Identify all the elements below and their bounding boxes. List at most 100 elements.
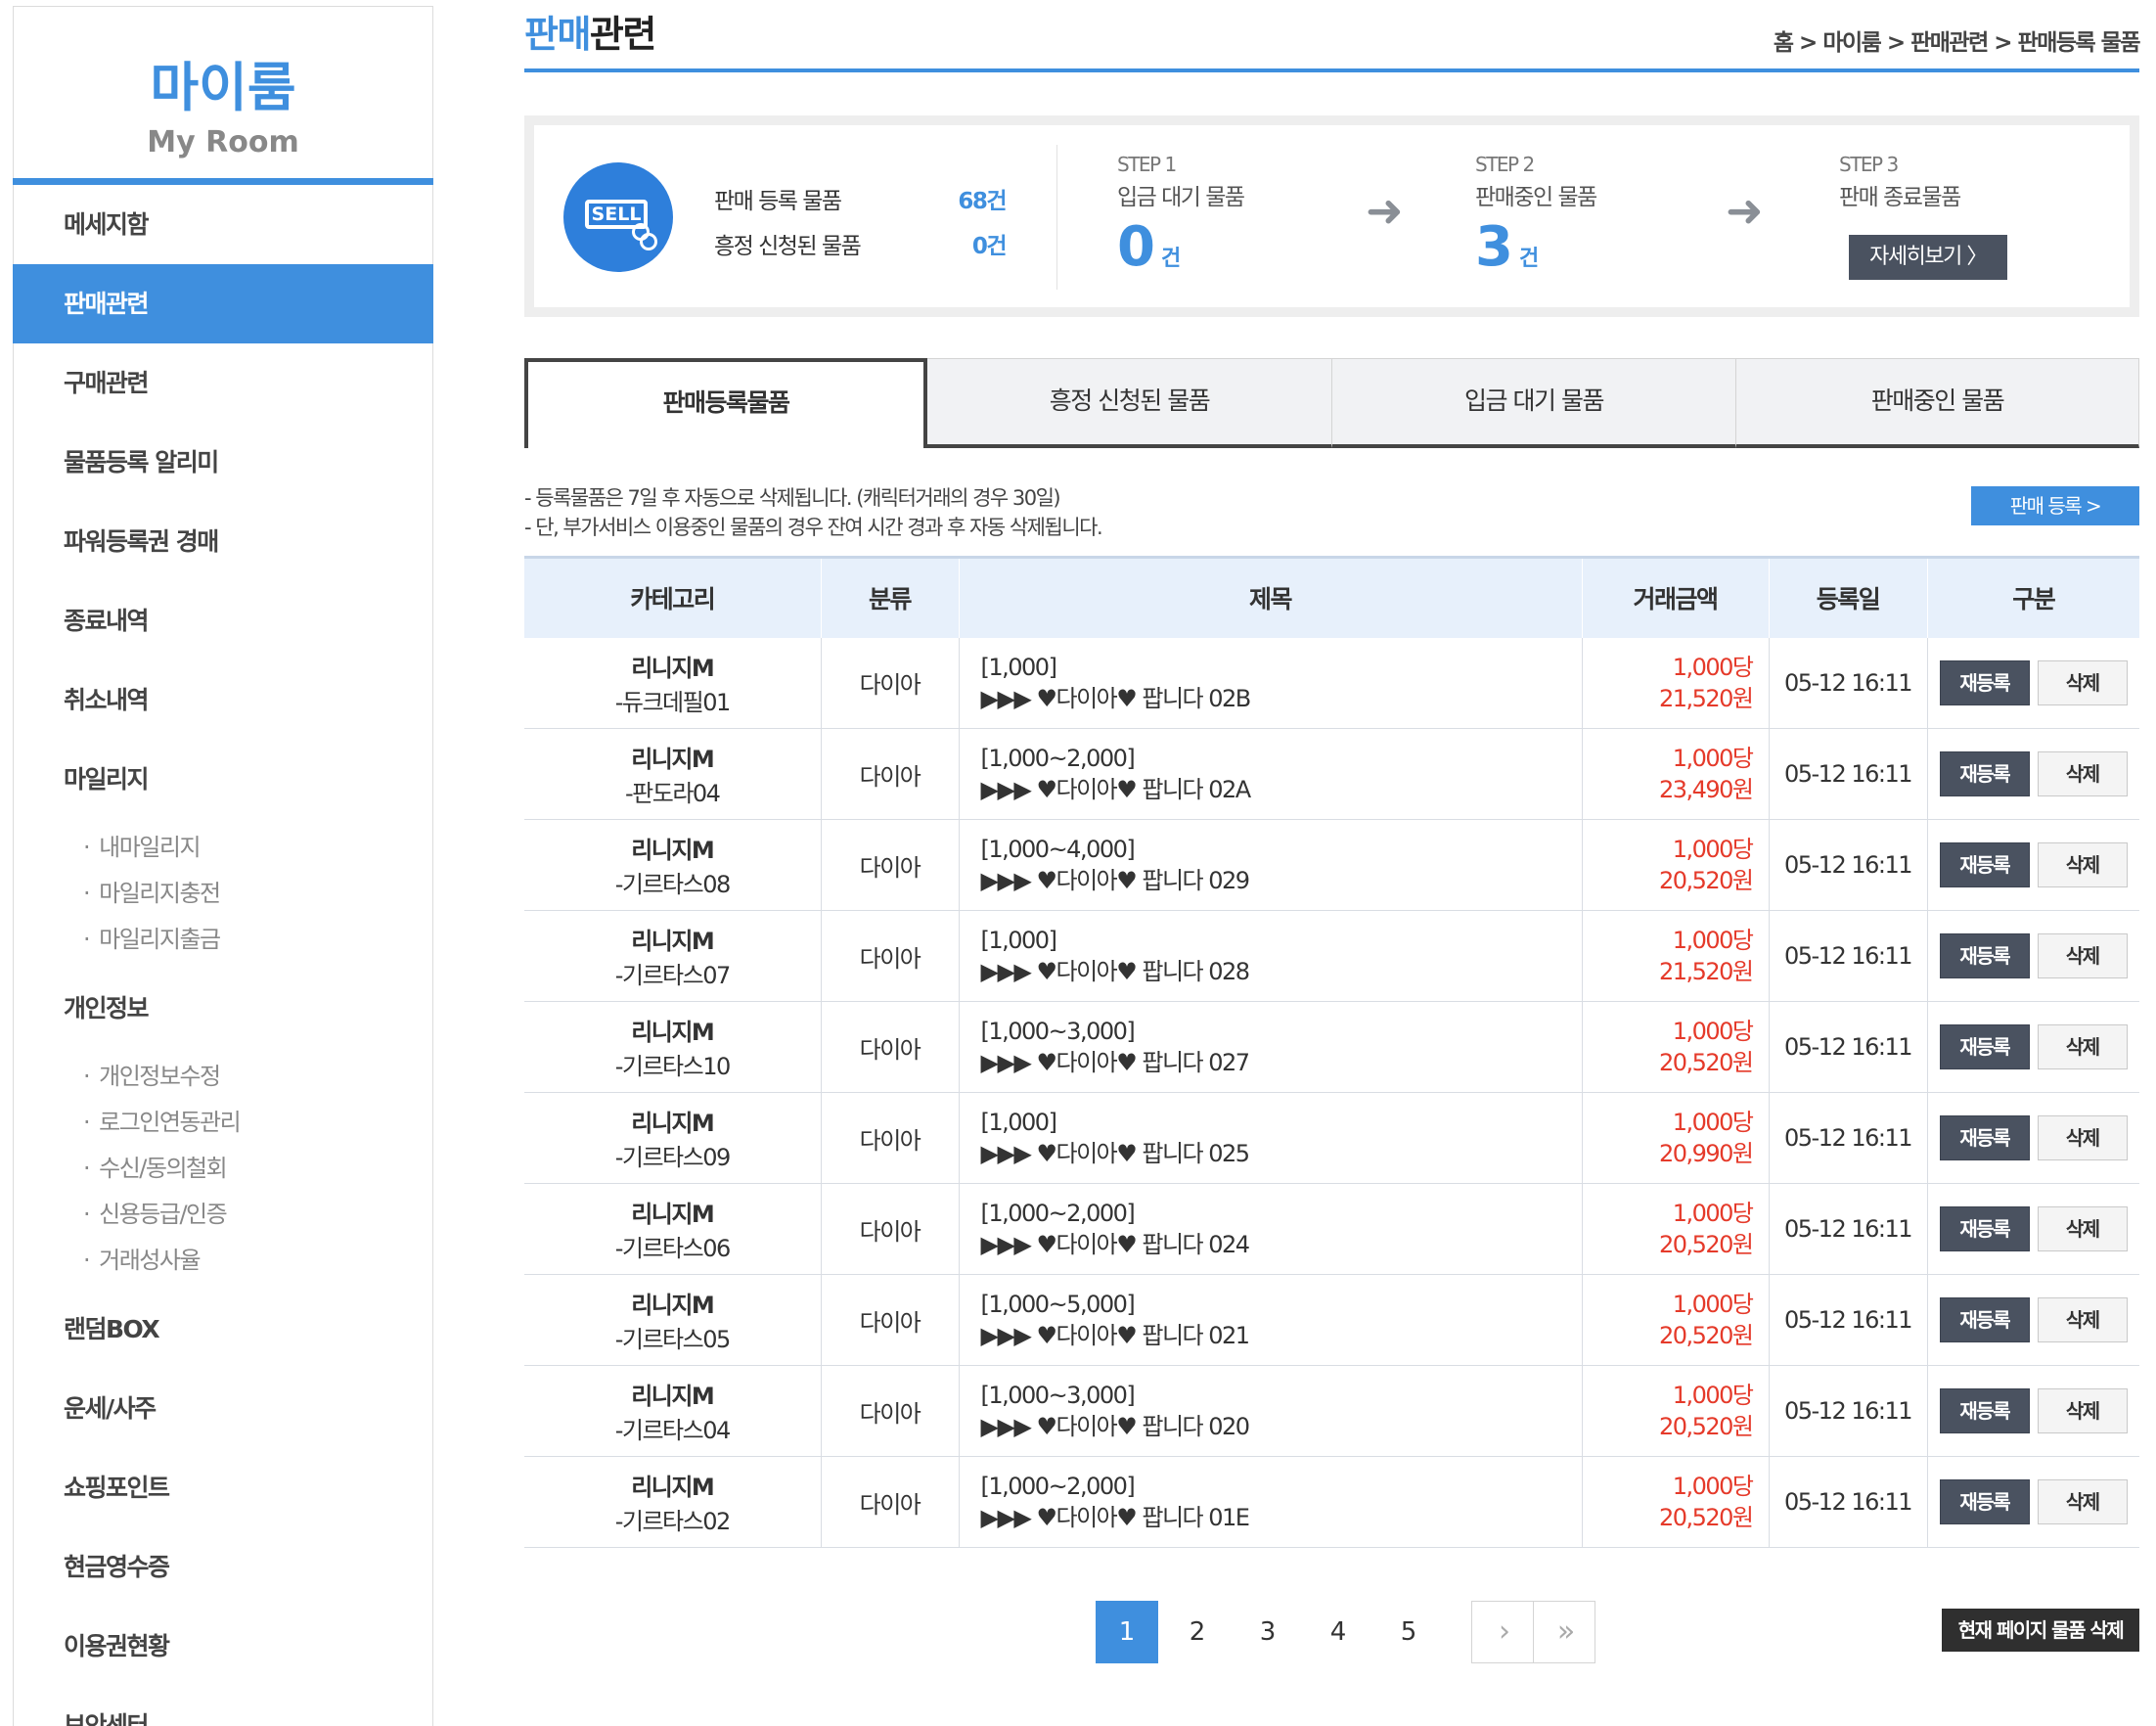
quantity-range: [1,000~2,000] (980, 745, 1136, 772)
title-cell[interactable]: [1,000~2,000] ▶▶▶ ♥다이아♥ 팝니다 01E (958, 1456, 1582, 1548)
bargain-items-count[interactable]: 0건 (927, 227, 1008, 260)
delete-button[interactable]: 삭제 (2037, 751, 2128, 796)
sidebar-sub-my-mileage[interactable]: 내마일리지 (13, 825, 433, 871)
last-page-icon[interactable]: » (1533, 1601, 1595, 1663)
tab-on-sale[interactable]: 판매중인 물품 (1735, 358, 2139, 448)
sidebar-item-security[interactable]: 보안센터 (13, 1686, 433, 1726)
game-name: 리니지M (631, 1474, 715, 1501)
delete-button[interactable]: 삭제 (2037, 659, 2128, 705)
item-title[interactable]: ▶▶▶ ♥다이아♥ 팝니다 029 (981, 865, 1582, 896)
tab-awaiting-payment[interactable]: 입금 대기 물품 (1331, 358, 1735, 448)
delete-button[interactable]: 삭제 (2037, 1297, 2128, 1342)
next-page-icon[interactable]: › (1471, 1601, 1534, 1663)
sidebar-item-shopping-point[interactable]: 쇼핑포인트 (13, 1448, 433, 1527)
item-title[interactable]: ▶▶▶ ♥다이아♥ 팝니다 01E (981, 1502, 1582, 1533)
page-5[interactable]: 5 (1377, 1601, 1440, 1663)
page-1[interactable]: 1 (1096, 1601, 1158, 1663)
item-title[interactable]: ▶▶▶ ♥다이아♥ 팝니다 02A (981, 774, 1582, 805)
sell-icon: SELL (563, 162, 673, 272)
sidebar-item-item-alert[interactable]: 물품등록 알리미 (13, 423, 433, 502)
server-name: -기르타스10 (614, 1053, 732, 1080)
item-title[interactable]: ▶▶▶ ♥다이아♥ 팝니다 027 (981, 1047, 1582, 1078)
reregister-button[interactable]: 재등록 (1939, 1024, 2030, 1069)
sidebar-sub-login-link[interactable]: 로그인연동관리 (13, 1100, 433, 1146)
reregister-button[interactable]: 재등록 (1939, 1479, 2030, 1524)
tab-registered-items[interactable]: 판매등록물품 (524, 358, 927, 448)
sidebar-item-cash-receipt[interactable]: 현금영수증 (13, 1527, 433, 1607)
sidebar-sub-mileage-charge[interactable]: 마일리지충전 (13, 871, 433, 917)
reregister-button[interactable]: 재등록 (1939, 1206, 2030, 1251)
title-cell[interactable]: [1,000] ▶▶▶ ♥다이아♥ 팝니다 025 (958, 1092, 1582, 1184)
reregister-button[interactable]: 재등록 (1939, 933, 2030, 978)
myroom-logo[interactable]: 마이룸 My Room (14, 7, 432, 180)
header-type: 분류 (820, 556, 959, 638)
sidebar-sub-success-rate[interactable]: 거래성사율 (13, 1238, 433, 1284)
sidebar-item-fortune[interactable]: 운세/사주 (13, 1369, 433, 1448)
item-title[interactable]: ▶▶▶ ♥다이아♥ 팝니다 028 (981, 956, 1582, 987)
registered-items-count[interactable]: 68건 (927, 182, 1007, 215)
title-cell[interactable]: [1,000~2,000] ▶▶▶ ♥다이아♥ 팝니다 024 (958, 1183, 1582, 1275)
reregister-button[interactable]: 재등록 (1939, 1388, 2030, 1433)
sidebar-item-cancelled[interactable]: 취소내역 (13, 660, 433, 740)
sidebar-sub-consent[interactable]: 수신/동의철회 (13, 1146, 433, 1192)
delete-button[interactable]: 삭제 (2037, 933, 2128, 978)
reregister-button[interactable]: 재등록 (1939, 751, 2030, 796)
title-cell[interactable]: [1,000~3,000] ▶▶▶ ♥다이아♥ 팝니다 027 (958, 1001, 1582, 1093)
tab-bargain-items[interactable]: 흥정 신청된 물품 (927, 358, 1331, 448)
reregister-button[interactable]: 재등록 (1939, 1297, 2030, 1342)
item-title[interactable]: ▶▶▶ ♥다이아♥ 팝니다 024 (981, 1229, 1582, 1260)
delete-button[interactable]: 삭제 (2037, 1388, 2128, 1433)
page-3[interactable]: 3 (1236, 1601, 1299, 1663)
quantity-range: [1,000~3,000] (980, 1018, 1136, 1045)
item-title[interactable]: ▶▶▶ ♥다이아♥ 팝니다 020 (981, 1411, 1582, 1442)
page-2[interactable]: 2 (1166, 1601, 1229, 1663)
game-name: 리니지M (631, 746, 715, 773)
sidebar-item-messages[interactable]: 메세지함 (13, 185, 433, 264)
reregister-button[interactable]: 재등록 (1939, 659, 2030, 705)
item-title[interactable]: ▶▶▶ ♥다이아♥ 팝니다 025 (981, 1138, 1582, 1169)
item-title[interactable]: ▶▶▶ ♥다이아♥ 팝니다 02B (981, 683, 1582, 714)
sidebar-sub-credit[interactable]: 신용등급/인증 (13, 1192, 433, 1238)
reregister-button[interactable]: 재등록 (1939, 1115, 2030, 1160)
unit-label: 1,000당 (1672, 745, 1754, 772)
price-cell: 1,000당 20,520원 (1581, 1274, 1769, 1366)
sidebar-item-mileage[interactable]: 마일리지 (13, 740, 433, 819)
delete-button[interactable]: 삭제 (2037, 1024, 2128, 1069)
sidebar-item-personal-info[interactable]: 개인정보 (13, 969, 433, 1048)
delete-button[interactable]: 삭제 (2037, 1206, 2128, 1251)
breadcrumb[interactable]: 홈 > 마이룸 > 판매관련 > 판매등록 물품 (1774, 23, 2141, 57)
title-cell[interactable]: [1,000] ▶▶▶ ♥다이아♥ 팝니다 028 (958, 910, 1582, 1002)
coin-icon (640, 233, 657, 250)
delete-button[interactable]: 삭제 (2037, 1479, 2128, 1524)
sidebar-item-purchases[interactable]: 구매관련 (13, 343, 433, 423)
title-cell[interactable]: [1,000~5,000] ▶▶▶ ♥다이아♥ 팝니다 021 (958, 1274, 1582, 1366)
table-row: 리니지M -듀크데필01 다이아 [1,000] ▶▶▶ ♥다이아♥ 팝니다 02B… (524, 637, 2139, 729)
sidebar-item-tickets[interactable]: 이용권현황 (13, 1607, 433, 1686)
delete-button[interactable]: 삭제 (2037, 842, 2128, 887)
category-cell: 리니지M -기르타스02 (524, 1456, 821, 1548)
sidebar-item-sales[interactable]: 판매관련 (13, 264, 433, 343)
sidebar-item-completed[interactable]: 종료내역 (13, 581, 433, 660)
title-cell[interactable]: [1,000~3,000] ▶▶▶ ♥다이아♥ 팝니다 020 (958, 1365, 1582, 1457)
view-details-button[interactable]: 자세히보기 〉 (1849, 235, 2007, 280)
sidebar-item-random-box[interactable]: 랜덤BOX (13, 1290, 433, 1369)
register-sale-button[interactable]: 판매 등록 > (1971, 486, 2139, 525)
title-cell[interactable]: [1,000~4,000] ▶▶▶ ♥다이아♥ 팝니다 029 (958, 819, 1582, 911)
sidebar-sub-edit-info[interactable]: 개인정보수정 (13, 1054, 433, 1100)
type-cell: 다이아 (820, 1001, 959, 1093)
date-cell: 05-12 16:11 (1768, 1092, 1927, 1184)
notice-line-2: - 단, 부가서비스 이용중인 물품의 경우 잔여 시간 경과 후 자동 삭제됩… (524, 516, 1103, 539)
price-value: 21,520원 (1658, 958, 1754, 985)
reregister-button[interactable]: 재등록 (1939, 842, 2030, 887)
delete-page-items-button[interactable]: 현재 페이지 물품 삭제 (1942, 1609, 2139, 1652)
price-value: 20,520원 (1658, 1322, 1754, 1349)
step1-awaiting-payment[interactable]: STEP 1 입금 대기 물품 0건 (1117, 153, 1245, 279)
title-cell[interactable]: [1,000] ▶▶▶ ♥다이아♥ 팝니다 02B (958, 637, 1582, 729)
page-4[interactable]: 4 (1307, 1601, 1370, 1663)
sidebar-sub-mileage-withdraw[interactable]: 마일리지출금 (13, 917, 433, 963)
title-cell[interactable]: [1,000~2,000] ▶▶▶ ♥다이아♥ 팝니다 02A (958, 728, 1582, 820)
sidebar-item-power-auction[interactable]: 파워등록권 경매 (13, 502, 433, 581)
step2-on-sale[interactable]: STEP 2 판매중인 물품 3건 (1475, 153, 1597, 279)
item-title[interactable]: ▶▶▶ ♥다이아♥ 팝니다 021 (981, 1320, 1582, 1351)
delete-button[interactable]: 삭제 (2037, 1115, 2128, 1160)
